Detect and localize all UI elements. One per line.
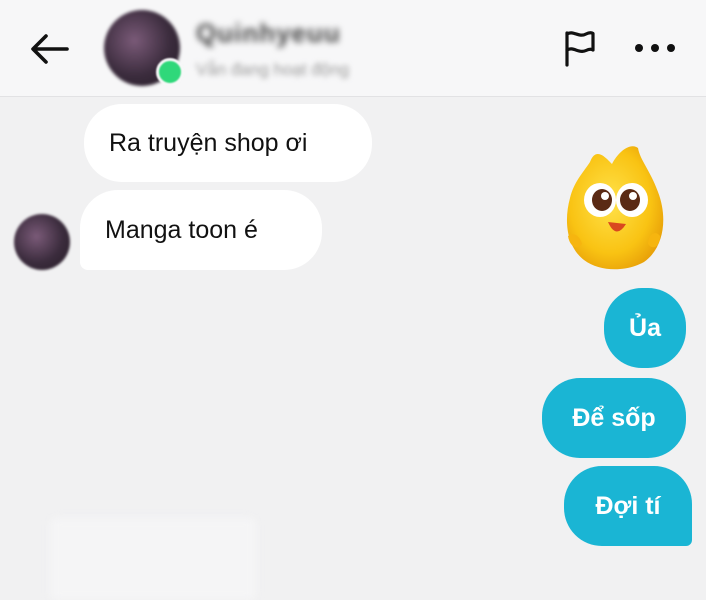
message-text: Ủa — [629, 313, 661, 342]
outgoing-message[interactable]: Đợi tí — [564, 466, 692, 546]
flag-icon — [565, 31, 595, 67]
outgoing-message[interactable]: Ủa — [604, 288, 686, 368]
more-horizontal-icon — [635, 44, 675, 52]
message-text: Đợi tí — [595, 491, 661, 520]
contact-status: Vẫn đang hoạt động — [196, 60, 350, 79]
back-button[interactable] — [22, 22, 76, 76]
contact-avatar-small[interactable] — [14, 214, 70, 270]
chat-header: Quinhyeuu Vẫn đang hoạt động — [0, 0, 706, 97]
incoming-message[interactable]: Ra truyện shop ơi — [84, 104, 372, 182]
online-status-dot — [156, 58, 184, 86]
message-text: Ra truyện shop ơi — [109, 128, 308, 157]
report-button[interactable] — [558, 26, 602, 70]
message-text: Để sốp — [572, 403, 656, 432]
blurred-area — [50, 518, 256, 600]
outgoing-message[interactable]: Để sốp — [542, 378, 686, 458]
contact-name[interactable]: Quinhyeuu — [196, 18, 341, 49]
more-options-button[interactable] — [630, 26, 680, 70]
arrow-left-icon — [31, 34, 69, 64]
sticker-yellow-flame-mascot[interactable] — [560, 140, 670, 274]
incoming-message[interactable]: Manga toon é — [80, 190, 322, 270]
message-text: Manga toon é — [105, 215, 258, 244]
